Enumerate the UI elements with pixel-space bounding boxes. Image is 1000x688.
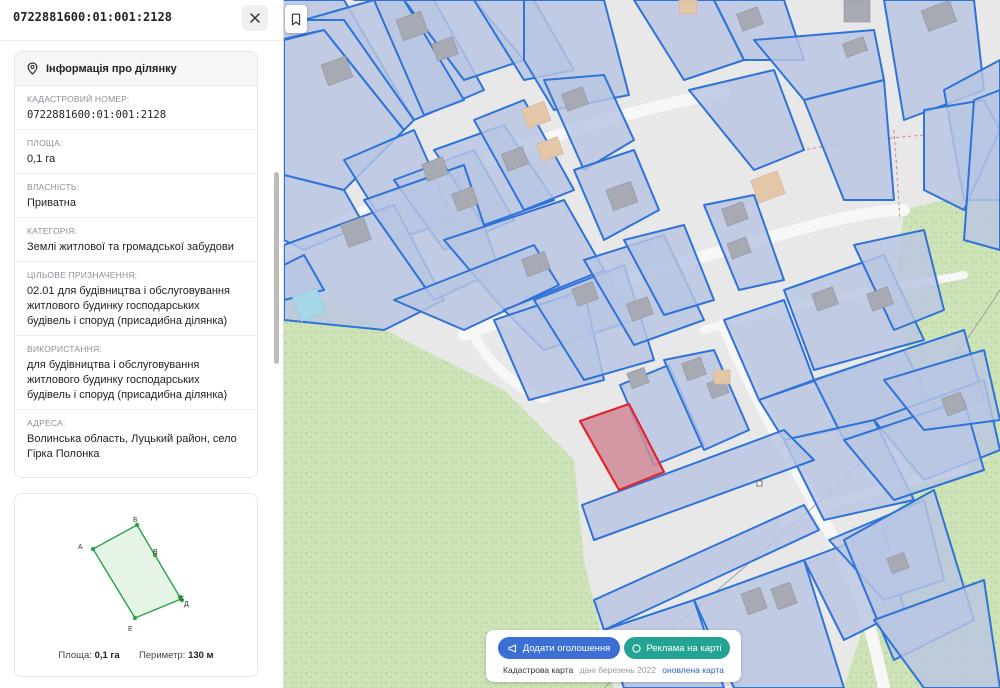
map-canvas[interactable] [284, 0, 1000, 688]
area-value: 0,1 га [94, 650, 120, 661]
location-pin-icon [27, 62, 38, 75]
field-value: Приватна [27, 197, 76, 209]
panel-scrollbar[interactable] [274, 172, 279, 364]
field-value: 0,1 га [27, 153, 56, 165]
vertex-label-d: Д [184, 601, 189, 608]
field-cadastral-number: КАДАСТРОВИЙ НОМЕР: 0722881600:01:001:212… [15, 86, 257, 130]
field-value: Землі житлової та громадської забудови [27, 241, 234, 253]
parcel-shape-polygon [92, 524, 183, 619]
perimeter-value: 130 м [188, 650, 214, 661]
field-label: КАТЕГОРІЯ: [27, 226, 78, 236]
vertex-label-b: Б [133, 517, 138, 524]
vertex-label-v: В [153, 549, 158, 556]
ads-on-map-label: Реклама на карті [646, 642, 722, 654]
survey-marker [756, 480, 763, 487]
parcel-shape-card: А Б В Г Д Е Площа: 0,1 га Периметр: 130 … [14, 493, 258, 677]
map-source-line: Кадастрова карта дані березень 2022 онов… [486, 665, 741, 675]
map-data-date: дані березень 2022 [579, 665, 656, 675]
field-label: ПЛОЩА: [27, 138, 63, 148]
vertex-a-point [90, 546, 96, 552]
field-label: ВЛАСНІСТЬ: [27, 182, 80, 192]
bookmark-button[interactable] [285, 5, 307, 33]
circle-icon [632, 643, 642, 653]
panel-header: 0722881600:01:001:2128 [0, 0, 283, 41]
field-ownership: ВЛАСНІСТЬ: Приватна [15, 174, 257, 218]
vertex-e-point [132, 615, 138, 621]
field-label: ЦІЛЬОВЕ ПРИЗНАЧЕННЯ: [27, 270, 138, 280]
ads-on-map-button[interactable]: Реклама на карті [624, 637, 730, 659]
cadastral-map[interactable] [284, 0, 1000, 688]
area-label: Площа: [58, 650, 92, 661]
shape-stats: Площа: 0,1 га Периметр: 130 м [15, 650, 257, 661]
field-label: ВИКОРИСТАННЯ: [27, 344, 102, 354]
parcel-info-card: Інформація про ділянку КАДАСТРОВИЙ НОМЕР… [14, 51, 258, 478]
field-area: ПЛОЩА: 0,1 га [15, 130, 257, 174]
field-label: КАДАСТРОВИЙ НОМЕР: [27, 94, 130, 104]
map-bottom-bar: Додати оголошення Реклама на карті Кадас… [486, 630, 741, 682]
add-listing-label: Додати оголошення [522, 642, 611, 654]
close-button[interactable] [242, 5, 268, 31]
info-card-title: Інформація про ділянку [46, 62, 177, 75]
info-card-header: Інформація про ділянку [15, 52, 257, 86]
field-value: Волинська область, Луцький район, село Г… [27, 433, 237, 460]
vertex-label-a: А [78, 544, 83, 551]
field-usage: ВИКОРИСТАННЯ: для будівництва і обслугов… [15, 336, 257, 410]
field-address: АДРЕСА: Волинська область, Луцький район… [15, 410, 257, 468]
close-icon [250, 13, 260, 23]
updated-map-link[interactable]: оновлена карта [662, 665, 724, 675]
parcel-info-panel: 0722881600:01:001:2128 Інформація про ді… [0, 0, 284, 688]
bookmark-icon [291, 13, 301, 25]
field-purpose: ЦІЛЬОВЕ ПРИЗНАЧЕННЯ: 02.01 для будівницт… [15, 262, 257, 336]
field-value: 02.01 для будівництва і обслуговування ж… [27, 285, 230, 327]
field-value: для будівництва і обслуговування житлово… [27, 359, 228, 401]
add-listing-button[interactable]: Додати оголошення [498, 637, 620, 659]
map-source: Кадастрова карта [503, 665, 574, 675]
parcel-shape-diagram: А Б В Г Д Е [78, 517, 189, 633]
perimeter-label: Периметр: [138, 650, 186, 661]
cadastral-number-title: 0722881600:01:001:2128 [13, 10, 172, 24]
field-category: КАТЕГОРІЯ: Землі житлової та громадської… [15, 218, 257, 262]
field-label: АДРЕСА: [27, 418, 66, 428]
field-value: 0722881600:01:001:2128 [27, 109, 167, 121]
megaphone-icon [508, 644, 516, 652]
vertex-label-e: Е [128, 626, 133, 633]
